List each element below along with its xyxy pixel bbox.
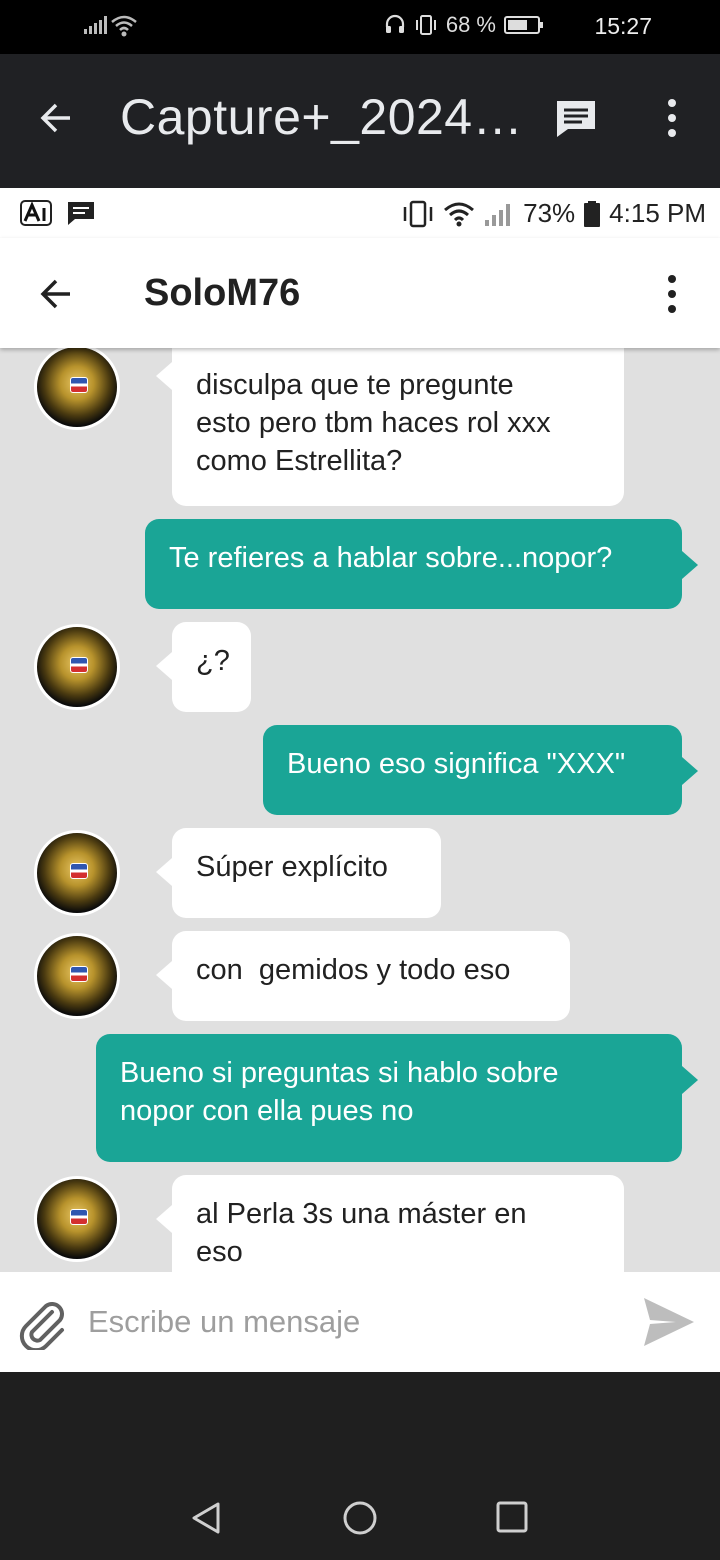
system-navigation-bar bbox=[0, 1372, 720, 1560]
more-vert-icon[interactable] bbox=[662, 98, 682, 138]
contact-avatar[interactable] bbox=[34, 830, 120, 916]
inner-status-bar: 73% 4:15 PM bbox=[0, 188, 720, 238]
outer-battery-percent: 68 % bbox=[445, 12, 496, 37]
attachment-clip-icon[interactable] bbox=[18, 1298, 70, 1350]
message-text: Súper explícito bbox=[196, 851, 388, 883]
contact-avatar[interactable] bbox=[34, 624, 120, 710]
contact-avatar[interactable] bbox=[34, 348, 120, 430]
incoming-message[interactable]: ¿? bbox=[156, 622, 251, 712]
nav-home-icon[interactable] bbox=[342, 1500, 378, 1536]
incoming-message[interactable]: Súper explícito bbox=[156, 828, 441, 918]
outgoing-message[interactable]: Te refieres a hablar sobre...nopor? bbox=[145, 519, 698, 609]
message-text: al Perla 3s una máster en eso bbox=[196, 1198, 527, 1268]
nav-recents-icon[interactable] bbox=[496, 1501, 528, 1533]
message-text: disculpa que te pregunte esto pero tbm h… bbox=[196, 369, 551, 477]
outgoing-message[interactable]: Bueno eso significa "XXX" bbox=[263, 725, 698, 815]
message-text: Te refieres a hablar sobre...nopor? bbox=[169, 542, 613, 574]
message-icon[interactable] bbox=[554, 98, 598, 138]
message-list[interactable]: disculpa que te pregunte esto pero tbm h… bbox=[0, 348, 720, 1272]
contact-avatar[interactable] bbox=[34, 933, 120, 1019]
outgoing-message[interactable]: Bueno si preguntas si hablo sobre nopor … bbox=[96, 1034, 698, 1162]
wifi-icon bbox=[444, 202, 475, 226]
more-vert-icon[interactable] bbox=[662, 274, 682, 314]
file-title: Capture+_2024… bbox=[120, 89, 524, 145]
nav-back-icon[interactable] bbox=[188, 1500, 224, 1536]
inner-battery-percent: 73% bbox=[523, 198, 576, 228]
outer-status-bar: 68 % 15:27 bbox=[0, 0, 720, 54]
message-text: Bueno si preguntas si hablo sobre nopor … bbox=[120, 1057, 559, 1127]
viewer-toolbar: Capture+_2024… bbox=[0, 54, 720, 188]
inner-clock: 4:15 PM bbox=[609, 198, 706, 228]
incoming-message[interactable]: disculpa que te pregunte esto pero tbm h… bbox=[156, 348, 624, 506]
wifi-icon bbox=[111, 15, 137, 37]
headset-icon bbox=[385, 14, 404, 33]
contact-name: SoloM76 bbox=[144, 272, 301, 314]
message-text: Bueno eso significa "XXX" bbox=[287, 748, 626, 780]
outer-clock: 15:27 bbox=[594, 13, 652, 39]
battery-icon bbox=[584, 200, 601, 227]
back-arrow-icon[interactable] bbox=[36, 98, 76, 138]
vibrate-icon bbox=[403, 200, 433, 227]
incoming-message[interactable]: al Perla 3s una máster en eso bbox=[156, 1175, 624, 1272]
cell-signal-icon bbox=[485, 203, 511, 226]
vibrate-icon bbox=[415, 15, 436, 35]
signal-icon bbox=[84, 16, 107, 34]
back-arrow-icon[interactable] bbox=[36, 274, 76, 314]
screenshot-content: 73% 4:15 PM SoloM76 disculpa que te preg… bbox=[0, 188, 720, 1372]
send-icon[interactable] bbox=[640, 1294, 698, 1350]
battery-icon bbox=[504, 16, 543, 34]
message-composer bbox=[0, 1272, 720, 1372]
message-text: con gemidos y todo eso bbox=[196, 954, 511, 986]
incoming-message[interactable]: con gemidos y todo eso bbox=[156, 931, 570, 1021]
contact-avatar[interactable] bbox=[34, 1176, 120, 1262]
ai-app-icon bbox=[20, 200, 52, 226]
sms-notification-icon bbox=[68, 202, 94, 225]
message-text: ¿? bbox=[196, 645, 230, 677]
message-input[interactable] bbox=[88, 1302, 608, 1342]
chat-header: SoloM76 bbox=[0, 238, 720, 348]
